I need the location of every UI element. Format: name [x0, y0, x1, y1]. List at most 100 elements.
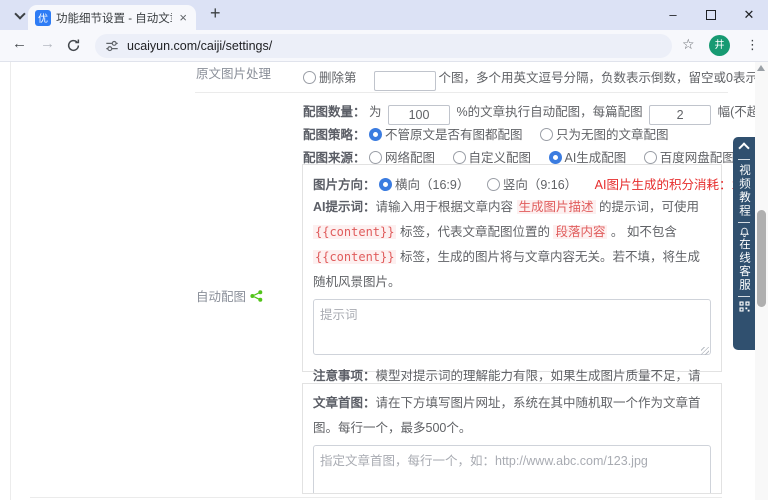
reload-icon [66, 38, 81, 53]
radio-checked-icon [549, 151, 562, 164]
first-image-box: 文章首图：请在下方填写图片网址，系统在其中随机取一个作为文章首图。每行一个，最多… [302, 383, 722, 494]
minimize-button[interactable]: – [654, 0, 692, 30]
image-source-label: 配图来源： [303, 151, 366, 165]
qr-code-icon[interactable] [739, 301, 750, 312]
delete-image-hint: 个图，多个用英文逗号分隔，负数表示倒数，留空或0表示全删 [439, 71, 768, 85]
row-divider [195, 92, 728, 93]
floating-side-panel: 视频教程 在线客服 [733, 137, 755, 350]
first-image-label: 文章首图： [313, 396, 376, 410]
scrollbar-up-arrow[interactable] [757, 65, 765, 71]
image-strategy-label: 配图策略： [303, 128, 366, 142]
radio-icon [540, 128, 553, 141]
profile-avatar[interactable]: 井 [709, 35, 730, 56]
direction-option-landscape[interactable]: 横向（16:9） [379, 178, 469, 192]
strategy-option-no-image[interactable]: 只为无图的文章配图 [540, 128, 669, 142]
radio-icon [644, 151, 657, 164]
auto-image-label-text: 自动配图 [196, 286, 246, 305]
ai-prompt-textarea[interactable] [313, 299, 711, 355]
back-button[interactable]: ← [12, 35, 27, 52]
settings-page: 原文图片处理 删除第 个图，多个用英文逗号分隔，负数表示倒数，留空或0表示全删 配… [0, 62, 768, 500]
ai-prompt-description: AI提示词：请输入用于根据文章内容 生成图片描述 的提示词，可使用 {{cont… [313, 195, 711, 295]
prompt-text: 请输入用于根据文章内容 [376, 200, 517, 214]
radio-icon [453, 151, 466, 164]
close-button[interactable]: ✕ [730, 0, 768, 30]
image-direction-label: 图片方向： [313, 178, 376, 192]
original-image-row: 删除第 个图，多个用英文逗号分隔，负数表示倒数，留空或0表示全删 [303, 67, 768, 91]
radio-label: 横向（16:9） [395, 178, 469, 192]
panel-divider [738, 222, 750, 223]
radio-label: 只为无图的文章配图 [556, 128, 669, 142]
restore-button[interactable] [692, 0, 730, 30]
browser-toolbar: ← → ucaiyun.com/caiji/settings/ ☆ 井 ⋮ [0, 30, 768, 62]
prompt-highlight: 生成图片描述 [517, 200, 596, 214]
prompt-text: 的提示词，可使用 [596, 200, 699, 214]
prompt-text: 标签，代表文章配图位置的 [396, 225, 553, 239]
delete-image-radio[interactable]: 删除第 [303, 71, 357, 85]
collapse-chevron-up-icon[interactable] [738, 142, 749, 153]
image-count-row: 配图数量： 为 %的文章执行自动配图，每篇配图 幅(不超过文章段落数) [303, 101, 768, 125]
row-divider [30, 497, 722, 498]
radio-label: 竖向（9:16） [503, 178, 577, 192]
first-image-description: 文章首图：请在下方填写图片网址，系统在其中随机取一个作为文章首图。每行一个，最多… [313, 391, 711, 441]
resize-handle[interactable] [701, 347, 709, 355]
browser-window: 优 功能细节设置 - 自动文章采集器 × + – ✕ ← → ucaiyun.c… [0, 0, 768, 500]
browser-tab[interactable]: 优 功能细节设置 - 自动文章采集器 × [28, 5, 196, 30]
address-bar[interactable]: ucaiyun.com/caiji/settings/ [95, 34, 672, 58]
ai-image-settings-box: 图片方向： 横向（16:9） 竖向（9:16） AI图片生成的积分消耗：1积分/… [302, 164, 722, 372]
auto-image-row-label: 自动配图 [196, 286, 263, 305]
tab-title: 功能细节设置 - 自动文章采集器 [56, 10, 172, 26]
image-direction-row: 图片方向： 横向（16:9） 竖向（9:16） AI图片生成的积分消耗：1积分/… [313, 174, 711, 193]
menu-dots-icon[interactable]: ⋮ [746, 37, 759, 53]
prompt-highlight: 段落内容 [553, 225, 607, 239]
forward-button[interactable]: → [40, 35, 55, 52]
scrollbar-thumb[interactable] [757, 210, 766, 307]
source-option-baidu[interactable]: 百度网盘配图 [644, 151, 735, 165]
prompt-textarea-wrap [313, 299, 711, 358]
window-controls: – ✕ [654, 0, 768, 30]
radio-checked-icon [379, 178, 392, 191]
notes-label: 注意事项： [313, 369, 376, 383]
radio-label: AI生成配图 [565, 151, 627, 165]
video-tutorial-tab[interactable]: 视频教程 [734, 164, 754, 218]
image-count-label: 配图数量： [303, 105, 366, 119]
site-info-tune-icon[interactable] [105, 39, 119, 53]
radio-icon [369, 151, 382, 164]
source-option-custom[interactable]: 自定义配图 [453, 151, 532, 165]
radio-checked-icon [369, 128, 382, 141]
online-service-tab[interactable]: 在线客服 [734, 238, 754, 292]
content-tag-code: {{content}} [313, 250, 396, 264]
direction-option-portrait[interactable]: 竖向（9:16） [487, 178, 577, 192]
new-tab-button[interactable]: + [210, 3, 221, 24]
panel-divider [738, 159, 750, 160]
percent-input[interactable] [388, 105, 450, 125]
resize-handle[interactable] [701, 493, 709, 494]
chevron-down-icon [14, 8, 25, 19]
browser-titlebar: 优 功能细节设置 - 自动文章采集器 × + – ✕ [0, 0, 768, 30]
count-text-2: %的文章执行自动配图，每篇配图 [456, 105, 642, 119]
images-per-article-input[interactable] [649, 105, 711, 125]
share-icon[interactable] [250, 290, 263, 302]
content-tag-code: {{content}} [313, 225, 396, 239]
strategy-option-all[interactable]: 不管原文是否有图都配图 [369, 128, 523, 142]
radio-label: 不管原文是否有图都配图 [385, 128, 523, 142]
first-image-textarea[interactable] [313, 445, 711, 494]
radio-label: 网络配图 [385, 151, 435, 165]
tab-close-icon[interactable]: × [177, 10, 189, 25]
prompt-text: 。 如不包含 [607, 225, 676, 239]
bookmark-star-icon[interactable]: ☆ [682, 36, 695, 53]
image-strategy-row: 配图策略： 不管原文是否有图都配图 只为无图的文章配图 [303, 124, 683, 143]
radio-label: 自定义配图 [469, 151, 532, 165]
reload-button[interactable] [66, 38, 81, 57]
url-text[interactable]: ucaiyun.com/caiji/settings/ [127, 39, 272, 53]
source-option-ai[interactable]: AI生成配图 [549, 151, 627, 165]
site-favicon-icon: 优 [35, 10, 51, 26]
ai-prompt-label: AI提示词： [313, 200, 376, 214]
radio-icon [303, 71, 316, 84]
original-image-row-label: 原文图片处理 [196, 63, 271, 82]
source-option-web[interactable]: 网络配图 [369, 151, 435, 165]
count-text-1: 为 [369, 105, 382, 119]
delete-index-input[interactable] [374, 71, 436, 91]
radio-icon [487, 178, 500, 191]
first-image-textarea-wrap [313, 445, 711, 494]
restore-icon [706, 10, 716, 20]
